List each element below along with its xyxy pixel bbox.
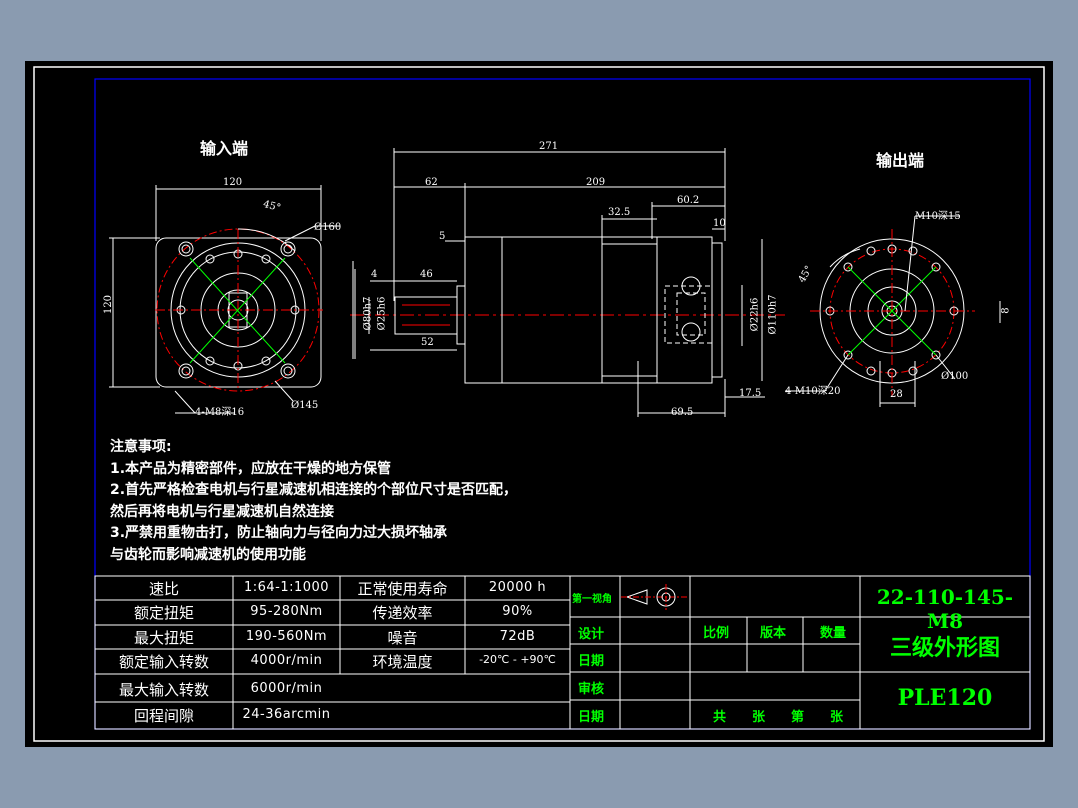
spec-value: 4000r/min bbox=[250, 653, 323, 668]
dim-side-209: 209 bbox=[586, 177, 606, 188]
spec-label: 噪音 bbox=[387, 629, 418, 647]
note-line: 2.首先严格检查电机与行星减速机相连接的个部位尺寸是否匹配， bbox=[110, 482, 518, 498]
dim-output-28: 28 bbox=[890, 389, 903, 400]
dim-output-holes-top: M10深15 bbox=[915, 211, 961, 222]
dim-input-dia160: Ø160 bbox=[314, 222, 342, 233]
spec-value: 95-280Nm bbox=[250, 604, 323, 619]
dim-side-69-5: 69.5 bbox=[671, 407, 694, 418]
output-end-title: 输出端 bbox=[876, 151, 925, 170]
spec-value: 1:64-1:1000 bbox=[243, 580, 330, 595]
dim-side-17-5: 17.5 bbox=[739, 388, 762, 399]
spec-value: 20000 h bbox=[488, 580, 547, 595]
spec-label: 最大扭矩 bbox=[133, 629, 194, 647]
spec-value: 24-36arcmin bbox=[242, 707, 331, 722]
note-line: 与齿轮而影响减速机的使用功能 bbox=[110, 546, 306, 563]
note-line: 1.本产品为精密部件，应放在干燥的地方保管 bbox=[110, 460, 392, 477]
spec-label: 额定输入转数 bbox=[118, 653, 209, 671]
note-line: 然后再将电机与行星减速机自然连接 bbox=[110, 503, 334, 520]
note-line: 3.严禁用重物击打，防止轴向力与径向力过大损坏轴承 bbox=[110, 525, 448, 541]
notes-block: 注意事项: 1.本产品为精密部件，应放在干燥的地方保管 2.首先严格检查电机与行… bbox=[110, 437, 517, 566]
drawing-name: 三级外形图 bbox=[889, 635, 1000, 661]
dim-output-dia100: Ø100 bbox=[941, 371, 969, 382]
spec-label: 额定扭矩 bbox=[133, 604, 194, 622]
dim-side-dia-22: Ø22h6 bbox=[749, 297, 761, 332]
side-view bbox=[350, 148, 785, 417]
input-end-view bbox=[109, 185, 340, 414]
dim-side-10: 10 bbox=[713, 218, 726, 229]
dim-side-5: 5 bbox=[439, 231, 446, 242]
spec-label: 速比 bbox=[148, 580, 179, 598]
dim-output-holes-bottom: 4-M10深20 bbox=[785, 386, 841, 397]
spec-label: 回程间隙 bbox=[133, 707, 194, 725]
dim-input-120-top: 120 bbox=[223, 177, 243, 188]
dim-side-60-2: 60.2 bbox=[677, 195, 700, 206]
dim-side-271: 271 bbox=[539, 141, 559, 152]
drawing-number: 22-110-145-M8 bbox=[876, 585, 1014, 633]
spec-value: 90% bbox=[502, 604, 533, 619]
spec-value: 190-560Nm bbox=[245, 629, 328, 644]
dim-input-holes: 4-M8深16 bbox=[195, 407, 245, 418]
dim-input-120-left: 120 bbox=[103, 294, 115, 315]
dim-output-8: 8 bbox=[1000, 307, 1012, 314]
drawing-sheet: 输入端 输出端 120 120 45° Ø160 Ø145 4-M8深16 27… bbox=[25, 61, 1053, 747]
spec-value: 6000r/min bbox=[250, 681, 323, 696]
date-label: 日期 bbox=[578, 654, 605, 669]
spec-value: -20℃ - +90℃ bbox=[479, 653, 556, 666]
projection-label: 第一视角 bbox=[572, 594, 612, 605]
model-name: PLE120 bbox=[897, 685, 993, 711]
spec-label: 最大输入转数 bbox=[118, 681, 209, 699]
version-label: 版本 bbox=[760, 626, 787, 641]
dim-side-dia-shaft: Ø25h6 bbox=[376, 296, 388, 331]
quantity-label: 数量 bbox=[820, 626, 847, 641]
spec-label: 环境温度 bbox=[372, 653, 433, 671]
design-label: 设计 bbox=[578, 627, 605, 642]
notes-heading: 注意事项: bbox=[110, 439, 172, 455]
spec-label: 正常使用寿命 bbox=[357, 580, 448, 598]
dim-side-dia-110: Ø110h7 bbox=[767, 294, 779, 335]
scale-label: 比例 bbox=[703, 626, 730, 641]
date2-label: 日期 bbox=[578, 710, 605, 725]
input-end-title: 输入端 bbox=[200, 139, 249, 158]
dim-side-4: 4 bbox=[371, 269, 378, 280]
review-label: 审核 bbox=[578, 682, 605, 697]
spec-value: 72dB bbox=[499, 629, 536, 644]
dim-side-32-5: 32.5 bbox=[608, 207, 631, 218]
dim-side-dia-pilot: Ø80h7 bbox=[362, 296, 374, 331]
dim-side-46: 46 bbox=[420, 269, 433, 280]
dim-side-62: 62 bbox=[425, 177, 438, 188]
dim-side-52: 52 bbox=[421, 337, 434, 348]
dim-input-dia145: Ø145 bbox=[291, 400, 319, 411]
spec-label: 传递效率 bbox=[372, 604, 433, 622]
sheet-count-label: 共 张 第 张 bbox=[713, 710, 844, 725]
